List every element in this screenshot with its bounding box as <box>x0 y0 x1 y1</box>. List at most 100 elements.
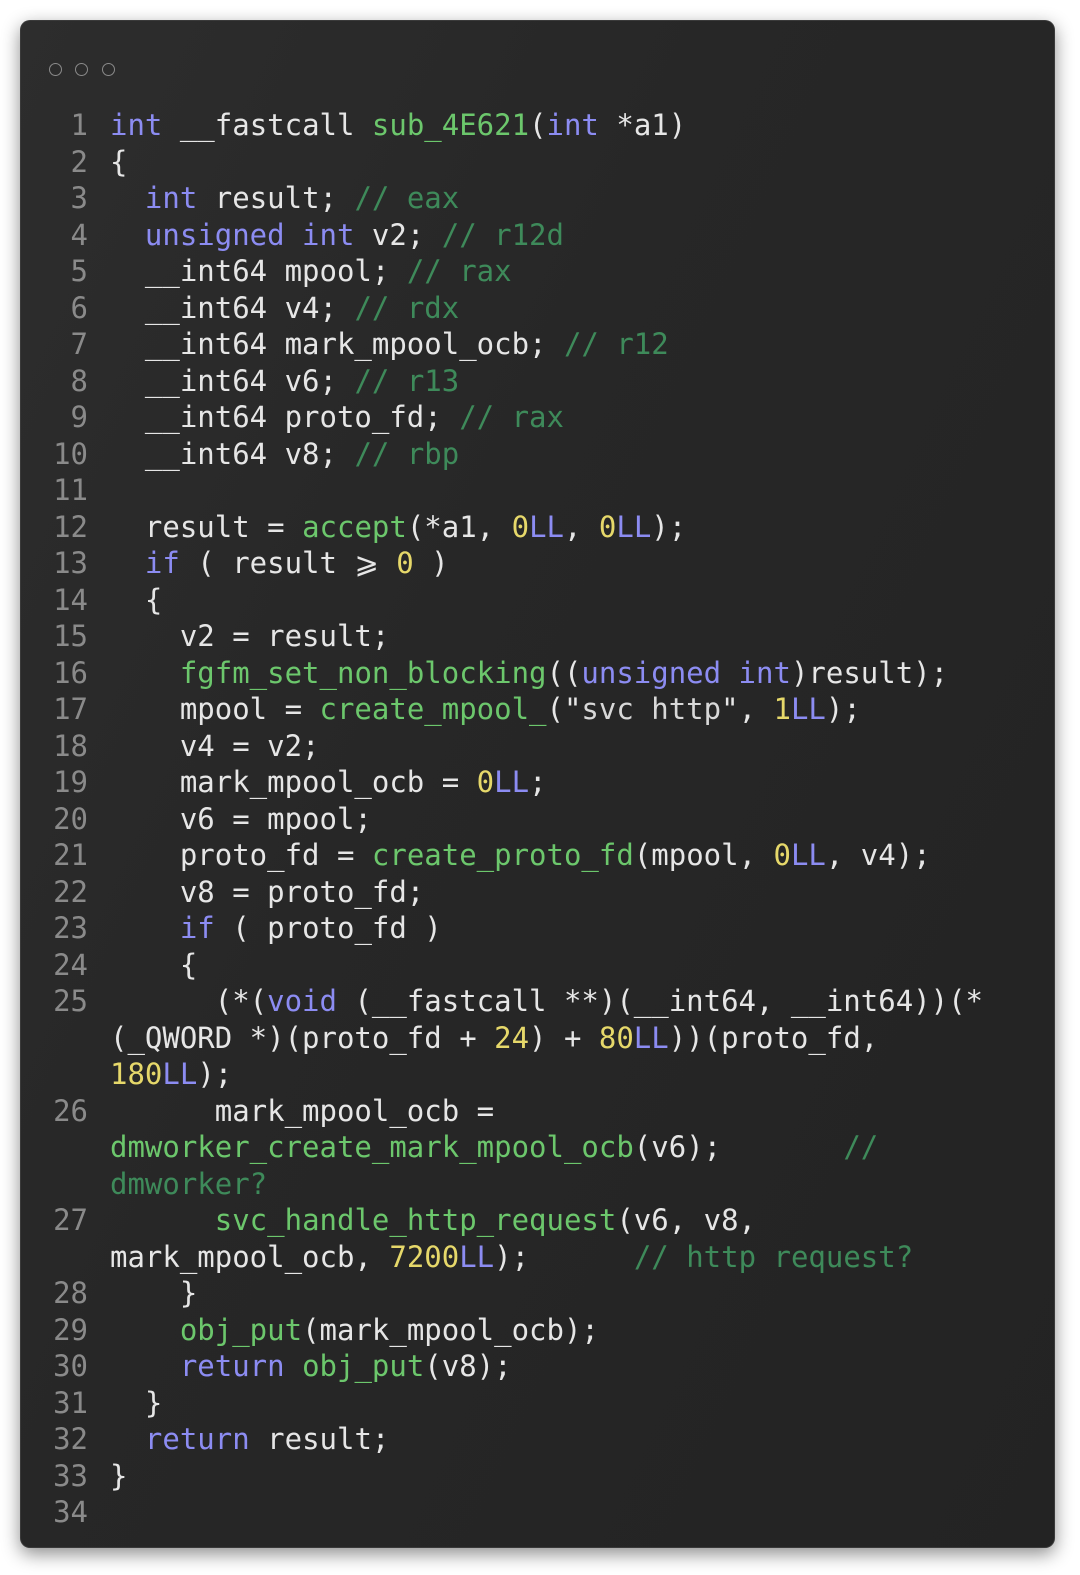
code-line: 24 { <box>20 947 1055 984</box>
code-function: sub_4E621 <box>371 108 530 142</box>
line-number: 4 <box>70 217 88 252</box>
code-text: result = <box>110 509 303 544</box>
line-number: 15 <box>53 619 88 653</box>
code-number: 0 <box>598 509 617 544</box>
code-line-text: v6 = mpool; <box>110 801 372 838</box>
line-number: 25 <box>53 984 88 1018</box>
code-line-text: return obj_put(v8); <box>110 1348 512 1385</box>
code-text: proto_fd = <box>110 838 372 872</box>
line-number: 24 <box>53 947 88 982</box>
code-string: svc http <box>581 692 722 726</box>
code-text: (*( <box>110 984 268 1018</box>
code-text: __int64 v4; <box>110 290 355 325</box>
code-number: 0 <box>396 546 414 580</box>
code-text: ( proto_fd ) <box>214 911 442 945</box>
code-suffix: LL <box>162 1057 198 1091</box>
code-line: 3 int result; // eax <box>20 180 1055 217</box>
line-number: 16 <box>53 655 88 690</box>
code-text: } <box>110 1458 128 1493</box>
code-line: 27 svc_handle_http_request(v6, v8, mark_… <box>20 1202 1055 1275</box>
code-text: __int64 proto_fd; <box>110 400 460 434</box>
code-text: __int64 v8; <box>110 436 355 471</box>
code-line-text: int __fastcall sub_4E621(int *a1) <box>110 107 686 144</box>
code-line-text: } <box>110 1458 127 1495</box>
code-window: 1 int __fastcall sub_4E621(int *a1) 2{3 in… <box>20 20 1055 1548</box>
code-line: 31 } <box>20 1385 1055 1422</box>
code-line-text: } <box>110 1385 162 1422</box>
code-number: 7200 <box>389 1239 460 1274</box>
code-keyword: int <box>144 181 198 215</box>
code-text: *a1) <box>598 108 687 142</box>
code-text: { <box>110 144 128 179</box>
code-line: 15 v2 = result; <box>20 618 1055 655</box>
code-text: (*a1, <box>406 509 512 544</box>
code-keyword: int <box>110 108 163 142</box>
line-number: 1 <box>70 108 88 142</box>
code-function: create_proto_fd <box>371 838 634 872</box>
code-text: ", <box>721 692 774 726</box>
code-function: obj_put <box>302 1349 425 1383</box>
code-line: 26 mark_mpool_ocb = dmworker_create_mark… <box>20 1093 1055 1203</box>
code-text: (mpool, <box>633 838 774 872</box>
code-line-text: svc_handle_http_request(v6, v8, mark_mpo… <box>110 1202 1055 1275</box>
code-line: 1 int __fastcall sub_4E621(int *a1) <box>20 107 1055 144</box>
code-text: __int64 v6; <box>110 363 355 398</box>
code-function: create_mpool_ <box>319 692 547 726</box>
code-line-text: unsigned int v2; // r12d <box>110 217 564 254</box>
code-line: 22 v8 = proto_fd; <box>20 874 1055 911</box>
code-line-text: (*(void (__fastcall **)(__int64, __int64… <box>110 983 1055 1093</box>
line-number: 27 <box>53 1203 88 1237</box>
code-line-text: { <box>110 144 127 181</box>
code-text: , v4); <box>825 838 931 872</box>
code-text: v2; <box>354 217 442 252</box>
code-line: 20 v6 = mpool; <box>20 801 1055 838</box>
line-number: 29 <box>53 1312 88 1347</box>
line-number: 22 <box>53 874 88 909</box>
code-comment: // rdx <box>354 290 460 325</box>
close-window-icon[interactable] <box>49 63 62 76</box>
code-suffix: LL <box>616 509 652 544</box>
code-line: 6 __int64 v4; // rdx <box>20 290 1055 327</box>
code-line-text: __int64 v4; // rdx <box>110 290 459 327</box>
code-text: ))(proto_fd, <box>668 1020 879 1055</box>
code-comment: // rax <box>459 400 564 434</box>
code-text: ; <box>529 765 547 799</box>
code-suffix: LL <box>529 509 564 544</box>
code-number: 80 <box>598 1020 634 1055</box>
code-line: 29 obj_put(mark_mpool_ocb); <box>20 1312 1055 1349</box>
line-number: 26 <box>53 1093 88 1128</box>
code-line-text: { <box>110 582 162 619</box>
line-number: 6 <box>70 290 88 325</box>
code-line-text: v4 = v2; <box>110 728 320 765</box>
code-text: ); <box>197 1057 233 1091</box>
code-function: fgfm_set_non_blocking <box>179 655 547 690</box>
code-text: (v8); <box>424 1349 512 1383</box>
code-line-text: __int64 v6; // r13 <box>110 363 459 400</box>
code-suffix: LL <box>633 1020 669 1055</box>
code-text: )result); <box>790 655 949 690</box>
line-number: 32 <box>53 1422 88 1456</box>
code-line-text: { <box>110 947 197 984</box>
code-text: __fastcall <box>162 108 372 142</box>
code-line: 23 if ( proto_fd ) <box>20 910 1055 947</box>
maximize-window-icon[interactable] <box>102 63 115 76</box>
code-line-text: } <box>110 1275 197 1312</box>
code-line-text: result = accept(*a1, 0LL, 0LL); <box>110 509 686 546</box>
code-text: { <box>110 947 198 982</box>
code-comment: // eax <box>354 181 460 215</box>
code-text: (v6); <box>633 1130 844 1164</box>
code-keyword: int <box>546 108 599 142</box>
line-number: 23 <box>53 911 88 945</box>
minimize-window-icon[interactable] <box>75 63 88 76</box>
code-suffix: LL <box>790 692 826 726</box>
code-suffix: LL <box>790 838 826 872</box>
line-number: 30 <box>53 1349 88 1383</box>
